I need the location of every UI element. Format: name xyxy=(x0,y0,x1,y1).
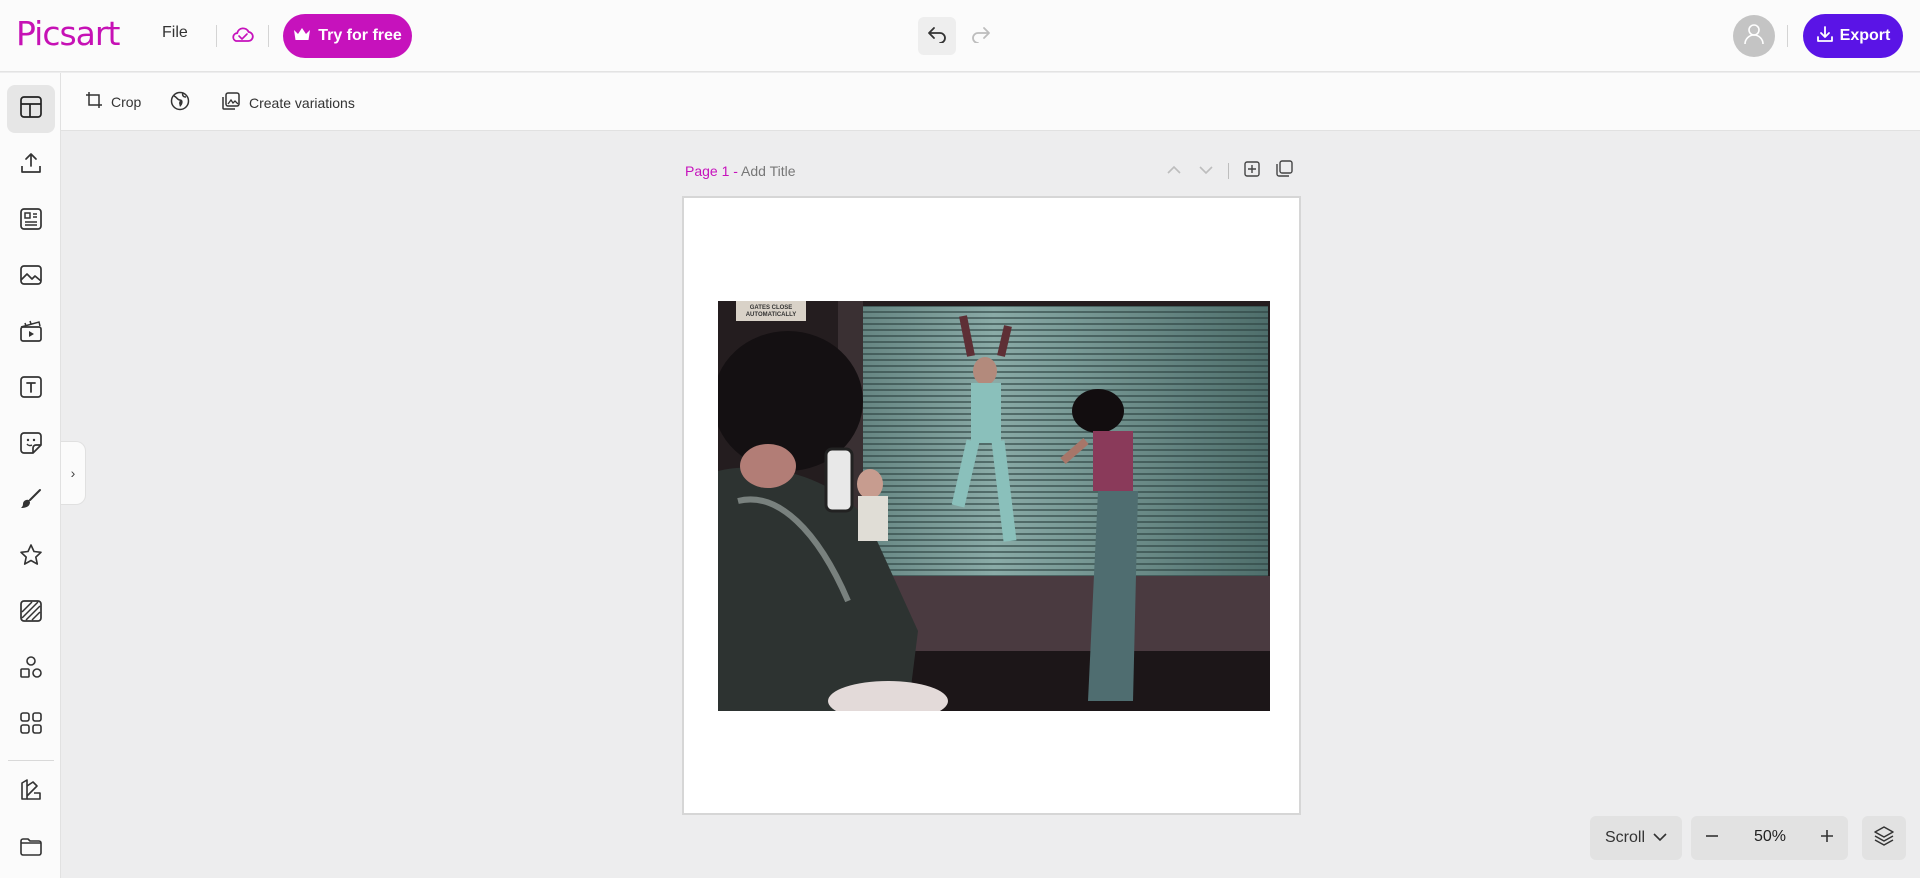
brand-kit-icon xyxy=(19,778,43,807)
export-button[interactable]: Export xyxy=(1803,14,1903,58)
sidebar-item-elements[interactable] xyxy=(7,645,55,693)
create-variations-label: Create variations xyxy=(249,94,355,111)
layout-icon xyxy=(19,95,43,124)
minus-icon xyxy=(1704,828,1720,849)
design-canvas[interactable]: GATES CLOSE AUTOMATICALLY xyxy=(682,196,1301,815)
user-avatar[interactable] xyxy=(1733,15,1775,57)
brush-icon xyxy=(19,487,43,516)
upload-icon xyxy=(19,151,43,180)
sidebar-item-stickers[interactable] xyxy=(7,421,55,469)
divider xyxy=(1787,25,1788,47)
try-for-free-button[interactable]: Try for free xyxy=(283,14,412,58)
picsart-logo[interactable]: Picsart xyxy=(16,14,120,53)
chevron-right-icon: › xyxy=(70,465,76,481)
video-icon xyxy=(19,319,43,348)
plus-icon xyxy=(1819,828,1835,849)
crop-icon xyxy=(85,91,103,112)
undo-icon xyxy=(926,25,948,48)
page-title-input[interactable]: Add Title xyxy=(741,163,795,179)
crown-icon xyxy=(293,27,311,46)
redo-icon xyxy=(970,25,992,48)
sidebar-item-apps[interactable] xyxy=(7,701,55,749)
text-icon xyxy=(19,375,43,404)
divider xyxy=(1228,163,1229,179)
sidebar-item-text[interactable] xyxy=(7,365,55,413)
top-bar: Picsart File Try for free Export xyxy=(0,0,1920,72)
folder-icon xyxy=(19,834,43,863)
sidebar-item-upload[interactable] xyxy=(7,141,55,189)
try-for-free-label: Try for free xyxy=(318,27,402,44)
chevron-down-icon xyxy=(1198,162,1214,180)
sidebar-item-layout[interactable] xyxy=(7,85,55,133)
download-icon xyxy=(1816,25,1834,48)
page-header: Page 1 - Add Title xyxy=(685,163,796,179)
create-variations-button[interactable]: Create variations xyxy=(221,91,355,114)
divider xyxy=(268,25,269,47)
canvas-photo[interactable]: GATES CLOSE AUTOMATICALLY xyxy=(718,301,1270,711)
apps-icon xyxy=(19,711,43,740)
sticker-icon xyxy=(19,431,43,460)
zoom-control: 50% xyxy=(1691,816,1848,860)
view-mode-label: Scroll xyxy=(1604,829,1645,846)
sidebar-item-photos[interactable] xyxy=(7,253,55,301)
sign-text-1: GATES CLOSE xyxy=(750,305,793,311)
globe-button[interactable] xyxy=(170,91,190,114)
add-page-icon xyxy=(1244,160,1260,182)
undo-button[interactable] xyxy=(918,17,956,55)
sidebar-item-templates[interactable] xyxy=(7,197,55,245)
layers-button[interactable] xyxy=(1862,816,1906,860)
crop-label: Crop xyxy=(111,93,142,110)
duplicate-icon xyxy=(1275,160,1293,182)
layers-icon xyxy=(1873,825,1895,852)
photos-icon xyxy=(19,263,43,292)
sidebar-divider xyxy=(8,760,54,761)
sidebar-item-brand-kit[interactable] xyxy=(7,768,55,816)
chevron-down-icon xyxy=(1653,829,1667,847)
page-number-label: Page 1 - xyxy=(685,163,742,179)
elements-icon xyxy=(19,655,43,684)
cloud-icon[interactable] xyxy=(229,24,255,46)
sidebar-item-background[interactable] xyxy=(7,589,55,637)
sidebar-item-draw[interactable] xyxy=(7,477,55,525)
star-icon xyxy=(19,543,43,572)
photo-illustration: GATES CLOSE AUTOMATICALLY xyxy=(718,301,1270,711)
background-icon xyxy=(19,599,43,628)
image-variations-icon xyxy=(221,91,241,114)
move-page-up-button[interactable] xyxy=(1163,160,1185,182)
add-page-button[interactable] xyxy=(1241,160,1263,182)
file-menu-button[interactable]: File xyxy=(162,24,188,42)
zoom-in-button[interactable] xyxy=(1816,827,1838,849)
export-label: Export xyxy=(1839,27,1891,44)
sign-text-2: AUTOMATICALLY xyxy=(746,312,797,318)
templates-icon xyxy=(19,207,43,236)
sidebar-expand-toggle[interactable]: › xyxy=(61,441,86,505)
zoom-out-button[interactable] xyxy=(1701,827,1723,849)
chevron-up-icon xyxy=(1166,162,1182,180)
crop-button[interactable]: Crop xyxy=(85,91,141,112)
duplicate-page-button[interactable] xyxy=(1273,160,1295,182)
sidebar-item-my-files[interactable] xyxy=(7,824,55,872)
redo-button[interactable] xyxy=(962,17,1000,55)
left-sidebar xyxy=(0,73,61,878)
user-icon xyxy=(1742,22,1766,51)
view-mode-select[interactable]: Scroll xyxy=(1590,816,1682,860)
move-page-down-button[interactable] xyxy=(1195,160,1217,182)
tool-bar: Crop Create variations xyxy=(61,73,1920,131)
divider xyxy=(216,25,217,47)
zoom-level[interactable]: 50% xyxy=(1739,828,1801,846)
sidebar-item-video[interactable] xyxy=(7,309,55,357)
globe-icon xyxy=(170,91,190,114)
sidebar-item-favorites[interactable] xyxy=(7,533,55,581)
